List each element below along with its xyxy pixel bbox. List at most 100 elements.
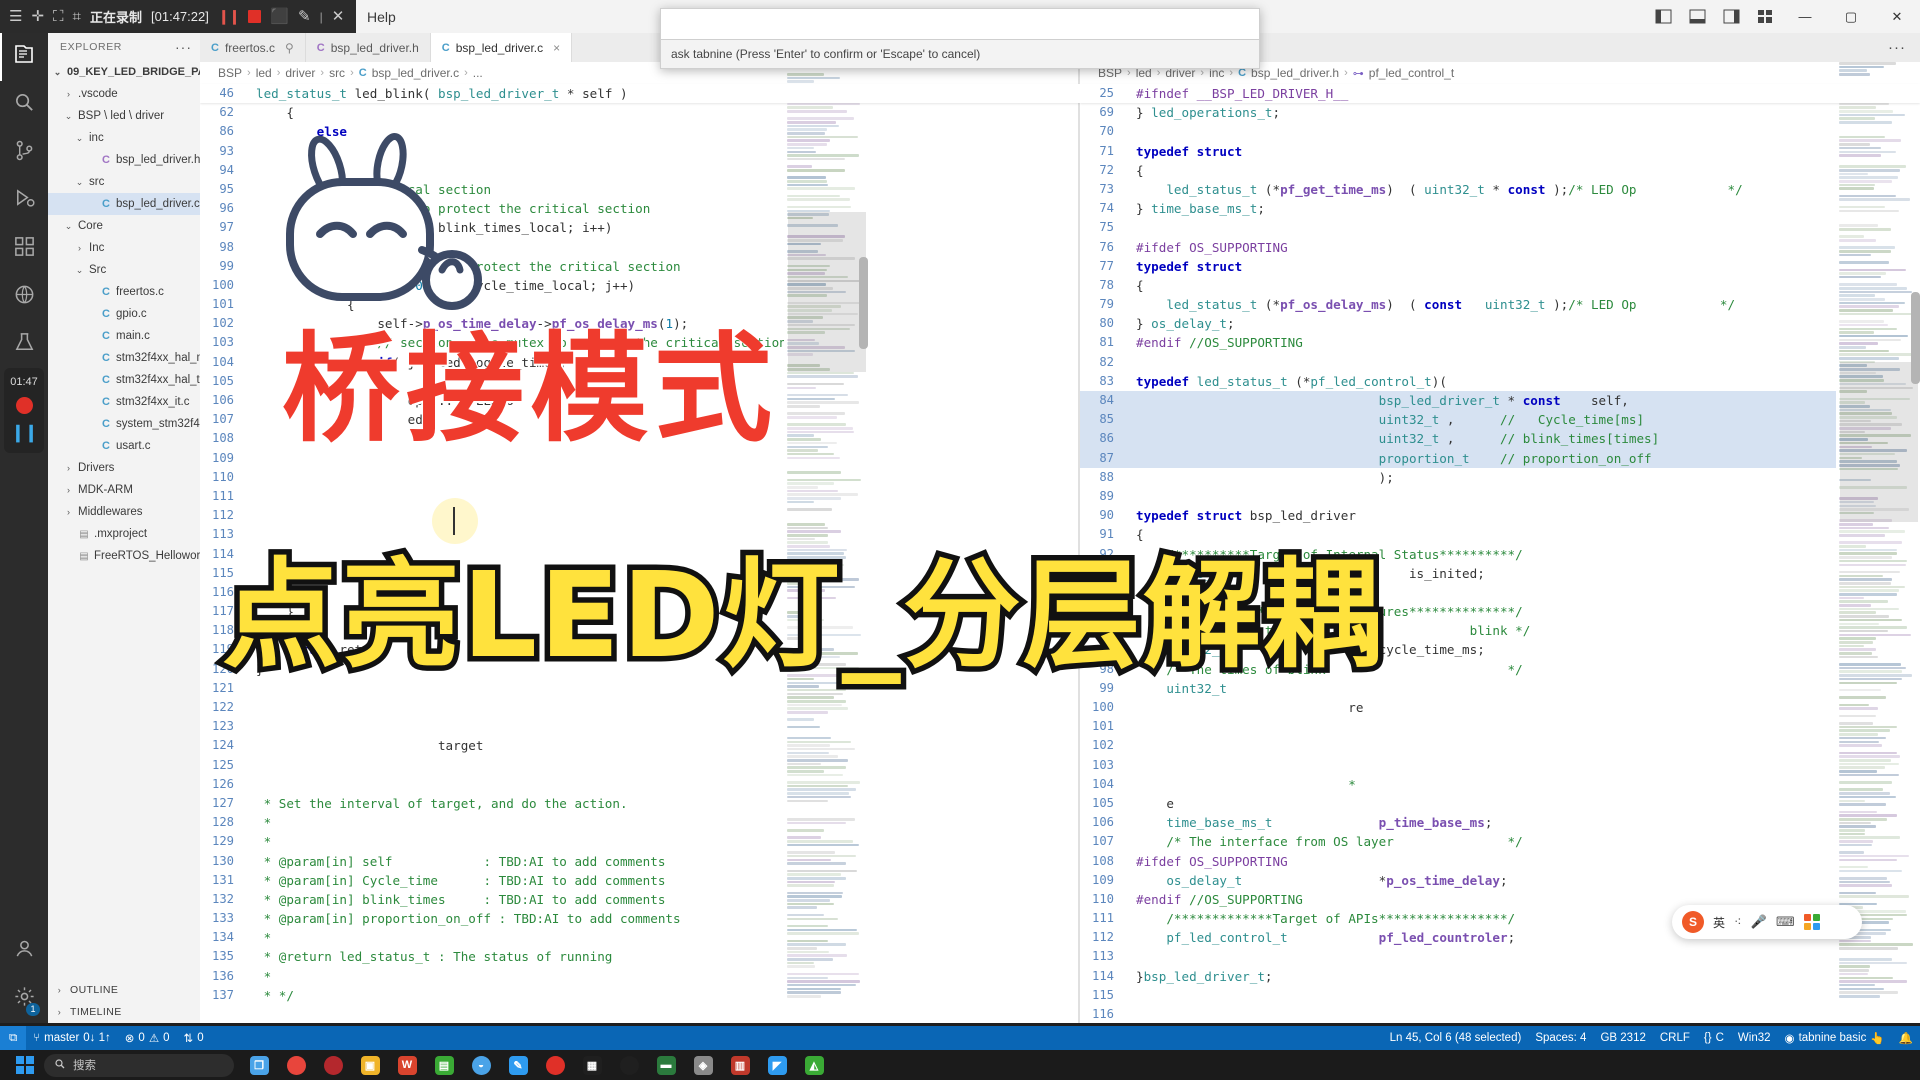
code-line[interactable]: 78 { (1080, 276, 1920, 295)
camera-icon[interactable]: ⬛ (270, 9, 289, 24)
code-line[interactable]: 130 * @param[in] self : TBD:AI to add co… (200, 852, 1080, 871)
tab-freertos-c[interactable]: Cfreertos.c ⚲ (200, 33, 306, 62)
taskbar-item-obs-recorder[interactable] (316, 1051, 350, 1079)
tree-item-09_key_led_bridge_pattern[interactable]: ⌄ 09_KEY_LED_BRIDGE_PATTERN (48, 61, 200, 83)
pin-icon[interactable]: ⚲ (285, 41, 294, 55)
code-line[interactable]: 132 * @param[in] blink_times : TBD:AI to… (200, 890, 1080, 909)
code-line[interactable]: 89 (1080, 487, 1920, 506)
code-line[interactable]: 100 for( j = 0; j < cycle_time_local; j+… (200, 276, 1080, 295)
tree-item-usart.c[interactable]: Cusart.c (48, 435, 200, 457)
crosshair-icon[interactable]: ✛ (31, 9, 44, 24)
code-line[interactable]: 104 * (1080, 775, 1920, 794)
code-line[interactable]: 94 (200, 161, 1080, 180)
tree-item-bsp_led_driver.c[interactable]: Cbsp_led_driver.c (48, 193, 200, 215)
keyboard-icon[interactable]: ⌨ (1776, 914, 1795, 930)
taskbar-item-terminal[interactable]: ▬ (649, 1051, 683, 1079)
code-line[interactable]: 71 typedef struct (1080, 142, 1920, 161)
remote-connect-icon[interactable]: ⧉ (0, 1026, 27, 1050)
code-line[interactable]: 74} time_base_ms_t; (1080, 199, 1920, 218)
code-line[interactable]: 113 (200, 525, 1080, 544)
window-maximize-button[interactable]: ▢ (1828, 0, 1874, 33)
tree-item-.mxproject[interactable]: ▤ .mxproject (48, 523, 200, 545)
code-line[interactable]: 83 typedef led_status_t (*pf_led_control_… (1080, 372, 1920, 391)
taskbar-item-keil[interactable]: ◈ (686, 1051, 720, 1079)
status-problems[interactable]: ⊗ 0 ⚠ 0 (118, 1026, 177, 1050)
code-line[interactable]: 101 { (200, 295, 1080, 314)
tree-item-stm32f4xx_hal_msp.c[interactable]: Cstm32f4xx_hal_msp.c (48, 347, 200, 369)
code-line[interactable]: 111 (200, 487, 1080, 506)
breadcrumb-segment[interactable]: BSP (218, 66, 242, 80)
hamburger-icon[interactable]: ☰ (9, 9, 22, 24)
taskbar-item-media-player[interactable]: ◒ (464, 1051, 498, 1079)
chevron-down-icon[interactable]: ⌄ (74, 177, 85, 188)
tree-item-mdk-arm[interactable]: › MDK-ARM (48, 479, 200, 501)
chevron-right-icon[interactable]: › (74, 243, 85, 253)
tree-item-core[interactable]: ⌄ Core (48, 215, 200, 237)
sogou-logo-icon[interactable]: S (1682, 911, 1704, 933)
code-line[interactable]: 110 (200, 468, 1080, 487)
activity-item-accounts[interactable] (0, 927, 48, 975)
minimap-slider[interactable] (1840, 362, 1918, 522)
status-tabnine[interactable]: ◉ tabnine basic 👆 (1778, 1026, 1892, 1050)
sidebar-panel-outline[interactable]: › OUTLINE (48, 979, 200, 1001)
code-line[interactable]: 133 * @param[in] proportion_on_off : TBD… (200, 909, 1080, 928)
activity-item-remote-explorer[interactable] (0, 273, 48, 321)
status-cursor-position[interactable]: Ln 45, Col 6 (48 selected) (1383, 1026, 1529, 1050)
chevron-right-icon[interactable]: › (63, 463, 74, 473)
code-line[interactable]: 125 (200, 756, 1080, 775)
panel-left-icon[interactable] (1646, 0, 1680, 33)
screen-recorder-toolbar[interactable]: ☰ ✛ ⛶ ⌗ 正在录制 [01:47:22] ❙❙ ⬛ ✎ | ✕ (0, 0, 356, 33)
code-line[interactable]: 77 typedef struct (1080, 257, 1920, 276)
activity-item-run-debug[interactable] (0, 177, 48, 225)
tree-item-inc[interactable]: › Inc (48, 237, 200, 259)
status-encoding[interactable]: GB 2312 (1593, 1026, 1652, 1050)
activity-item-extensions[interactable] (0, 225, 48, 273)
taskbar-item-chart-app[interactable]: ▥ (723, 1051, 757, 1079)
breadcrumb-segment[interactable]: led (256, 66, 272, 80)
code-line[interactable]: 97 for( i = 0; i < blink_times_local; i+… (200, 218, 1080, 237)
tree-item-stm32f4xx_it.c[interactable]: Cstm32f4xx_it.c (48, 391, 200, 413)
taskbar-item-stop-app[interactable] (612, 1051, 646, 1079)
pause-icon[interactable]: ❙❙ (218, 8, 240, 25)
code-line[interactable]: 86 uint32_t , // blink_times[times] (1080, 429, 1920, 449)
chevron-right-icon[interactable]: › (63, 485, 74, 495)
tree-item-bsp-led-driver[interactable]: ⌄ BSP \ led \ driver (48, 105, 200, 127)
tree-item-gpio.c[interactable]: Cgpio.c (48, 303, 200, 325)
taskbar-item-wechat[interactable]: ▤ (427, 1051, 461, 1079)
code-line[interactable]: 112 (200, 506, 1080, 525)
code-line[interactable]: 87 proportion_t // proportion_on_off (1080, 448, 1920, 468)
sidebar-panel-timeline[interactable]: › TIMELINE (48, 1001, 200, 1023)
breadcrumb-segment[interactable]: driver (285, 66, 315, 80)
chevron-down-icon[interactable]: ⌄ (63, 111, 74, 122)
bell-icon[interactable]: 🔔 (1892, 1026, 1920, 1050)
code-line[interactable]: 72 { (1080, 161, 1920, 180)
code-line[interactable]: 62 { (200, 103, 1080, 122)
status-ports[interactable]: ⇅ 0 (177, 1026, 211, 1050)
breadcrumb-segment[interactable]: ... (473, 66, 483, 80)
code-line[interactable]: 106 time_base_ms_t p_time_base_ms; (1080, 813, 1920, 832)
status-eol[interactable]: CRLF (1653, 1026, 1697, 1050)
recorder-float-panel[interactable]: 01:47 ❙❙ (4, 368, 44, 453)
tab-close-icon[interactable]: × (553, 41, 560, 55)
microphone-icon[interactable]: 🎤 (1751, 914, 1767, 930)
code-line[interactable]: 102 (1080, 736, 1920, 755)
minimap-right[interactable] (1836, 62, 1920, 1023)
code-line[interactable]: 86 else (200, 122, 1080, 141)
code-line[interactable]: 93 } (200, 142, 1080, 161)
code-line[interactable]: 113 (1080, 947, 1920, 966)
taskbar-search[interactable]: 搜索 (44, 1053, 234, 1077)
code-line[interactable]: 96 // use mutex to protect the critical … (200, 199, 1080, 218)
taskbar-item-record-app[interactable] (538, 1051, 572, 1079)
code-line[interactable]: 101 (1080, 717, 1920, 736)
tone-icon[interactable]: ⁖ (1734, 914, 1742, 930)
window-close-button[interactable]: ✕ (1874, 0, 1920, 33)
code-line[interactable]: 107 /* The interface from OS layer */ (1080, 832, 1920, 851)
menu-help[interactable]: Help (356, 0, 407, 33)
code-line[interactable]: 114}bsp_led_driver_t; (1080, 967, 1920, 986)
code-line[interactable]: 122 (200, 698, 1080, 717)
code-line[interactable]: 136 * (200, 967, 1080, 986)
tree-item-src[interactable]: ⌄ Src (48, 259, 200, 281)
activity-item-explorer[interactable] (0, 33, 48, 81)
more-actions-icon[interactable]: ··· (175, 39, 192, 55)
tree-item-main.c[interactable]: Cmain.c (48, 325, 200, 347)
